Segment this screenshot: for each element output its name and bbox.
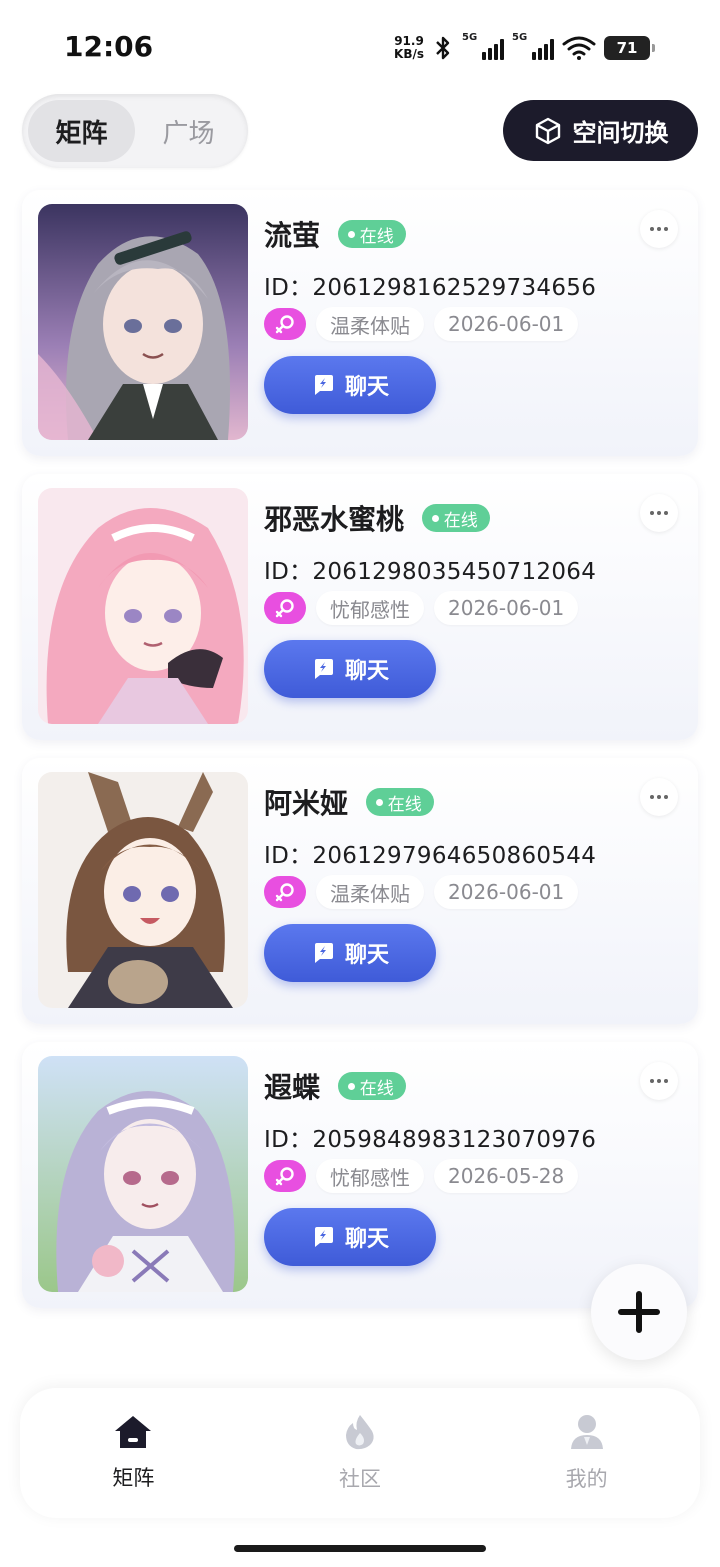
flame-icon xyxy=(345,1415,374,1450)
chat-button[interactable]: 聊天 xyxy=(264,1208,436,1266)
cube-icon xyxy=(535,117,560,144)
space-switch-button[interactable]: 空间切换 xyxy=(503,100,698,161)
online-dot xyxy=(431,514,439,522)
nav-item-me[interactable]: 我的 xyxy=(512,1413,662,1493)
character-name: 邪恶水蜜桃 xyxy=(264,503,405,536)
sim2-label: 5G xyxy=(512,32,528,43)
online-dot xyxy=(375,798,383,806)
personality-tag: 忧郁感性 xyxy=(316,591,424,625)
more-options-button[interactable] xyxy=(640,1062,678,1100)
character-card[interactable]: 遐蝶 在线 ID：2059848983123070976 忧郁感性 2026-0… xyxy=(22,1042,698,1308)
character-name: 阿米娅 xyxy=(264,787,349,820)
character-name-row: 流萤 在线 xyxy=(264,214,406,254)
character-name-row: 遐蝶 在线 xyxy=(264,1066,406,1106)
character-card[interactable]: 流萤 在线 ID：2061298162529734656 温柔体贴 2026-0… xyxy=(22,190,698,456)
chat-button[interactable]: 聊天 xyxy=(264,356,436,414)
character-name-row: 阿米娅 在线 xyxy=(264,782,434,822)
character-avatar[interactable] xyxy=(38,1056,248,1292)
online-badge: 在线 xyxy=(365,788,434,816)
nav-item-matrix[interactable]: 矩阵 xyxy=(58,1414,208,1492)
date-tag: 2026-05-28 xyxy=(434,1159,579,1193)
net-speed-unit: KB/s xyxy=(394,47,424,61)
character-name: 遐蝶 xyxy=(264,1071,321,1104)
bottom-nav: 矩阵 社区 我的 xyxy=(20,1388,700,1518)
online-label: 在线 xyxy=(387,794,422,815)
add-character-button[interactable] xyxy=(591,1264,687,1360)
status-time: 12:06 xyxy=(64,30,154,63)
wifi-icon xyxy=(562,36,596,60)
date-tag: 2026-06-01 xyxy=(434,307,579,341)
online-dot xyxy=(347,1082,355,1090)
more-options-button[interactable] xyxy=(640,210,678,248)
female-icon xyxy=(264,592,306,624)
online-badge: 在线 xyxy=(337,220,406,248)
female-icon xyxy=(264,308,306,340)
online-label: 在线 xyxy=(443,510,478,531)
character-tags: 忧郁感性 2026-05-28 xyxy=(264,1159,579,1193)
character-id: ID：2061298035450712064 xyxy=(264,559,597,585)
battery-icon: 71 xyxy=(604,36,655,60)
space-switch-label: 空间切换 xyxy=(572,119,669,147)
personality-tag: 忧郁感性 xyxy=(316,1159,424,1193)
plus-icon xyxy=(618,1291,660,1333)
bluetooth-icon xyxy=(436,36,450,60)
character-card[interactable]: 阿米娅 在线 ID：2061297964650860544 温柔体贴 2026-… xyxy=(22,758,698,1024)
chat-label: 聊天 xyxy=(344,943,389,968)
date-tag: 2026-06-01 xyxy=(434,591,579,625)
user-icon xyxy=(570,1415,603,1449)
date-tag: 2026-06-01 xyxy=(434,875,579,909)
character-avatar[interactable] xyxy=(38,488,248,724)
chat-label: 聊天 xyxy=(344,1227,389,1252)
nav-item-community[interactable]: 社区 xyxy=(285,1413,435,1493)
nav-label-matrix: 矩阵 xyxy=(112,1466,155,1490)
character-id: ID：2061298162529734656 xyxy=(264,275,597,301)
signal-icon-sim1: 5G xyxy=(462,32,504,60)
character-card[interactable]: 邪恶水蜜桃 在线 ID：2061298035450712064 忧郁感性 202… xyxy=(22,474,698,740)
online-dot xyxy=(347,230,355,238)
character-tags: 温柔体贴 2026-06-01 xyxy=(264,307,579,341)
status-bar: 12:06 91.9 KB/s 5G 5G 71 xyxy=(0,0,720,90)
female-icon xyxy=(264,876,306,908)
chat-bolt-icon xyxy=(314,943,333,963)
signal-icon-sim2: 5G xyxy=(512,32,554,60)
home-icon xyxy=(115,1416,152,1448)
chat-bolt-icon xyxy=(314,375,333,395)
more-options-button[interactable] xyxy=(640,778,678,816)
home-indicator[interactable] xyxy=(234,1545,486,1552)
personality-tag: 温柔体贴 xyxy=(316,875,424,909)
online-badge: 在线 xyxy=(421,504,490,532)
character-avatar[interactable] xyxy=(38,204,248,440)
more-options-button[interactable] xyxy=(640,494,678,532)
female-icon xyxy=(264,1160,306,1192)
tab-matrix[interactable]: 矩阵 xyxy=(28,100,135,162)
tab-square[interactable]: 广场 xyxy=(135,100,242,162)
character-name-row: 邪恶水蜜桃 在线 xyxy=(264,498,490,538)
character-tags: 温柔体贴 2026-06-01 xyxy=(264,875,579,909)
net-speed: 91.9 KB/s xyxy=(394,35,424,61)
personality-tag: 温柔体贴 xyxy=(316,307,424,341)
chat-label: 聊天 xyxy=(344,375,389,400)
sim1-label: 5G xyxy=(462,32,478,43)
character-id: ID：2059848983123070976 xyxy=(264,1127,597,1153)
chat-button[interactable]: 聊天 xyxy=(264,924,436,982)
character-tags: 忧郁感性 2026-06-01 xyxy=(264,591,579,625)
matrix-square-switch: 矩阵 广场 xyxy=(22,94,248,168)
character-avatar[interactable] xyxy=(38,772,248,1008)
online-label: 在线 xyxy=(359,1078,394,1099)
chat-label: 聊天 xyxy=(344,659,389,684)
chat-bolt-icon xyxy=(314,659,333,679)
chat-button[interactable]: 聊天 xyxy=(264,640,436,698)
character-name: 流萤 xyxy=(264,219,321,252)
chat-bolt-icon xyxy=(314,1227,333,1247)
status-icons: 91.9 KB/s 5G 5G 71 xyxy=(394,30,655,66)
nav-label-me: 我的 xyxy=(565,1467,608,1491)
online-badge: 在线 xyxy=(337,1072,406,1100)
online-label: 在线 xyxy=(359,226,394,247)
nav-label-community: 社区 xyxy=(338,1467,381,1491)
character-id: ID：2061297964650860544 xyxy=(264,843,597,869)
